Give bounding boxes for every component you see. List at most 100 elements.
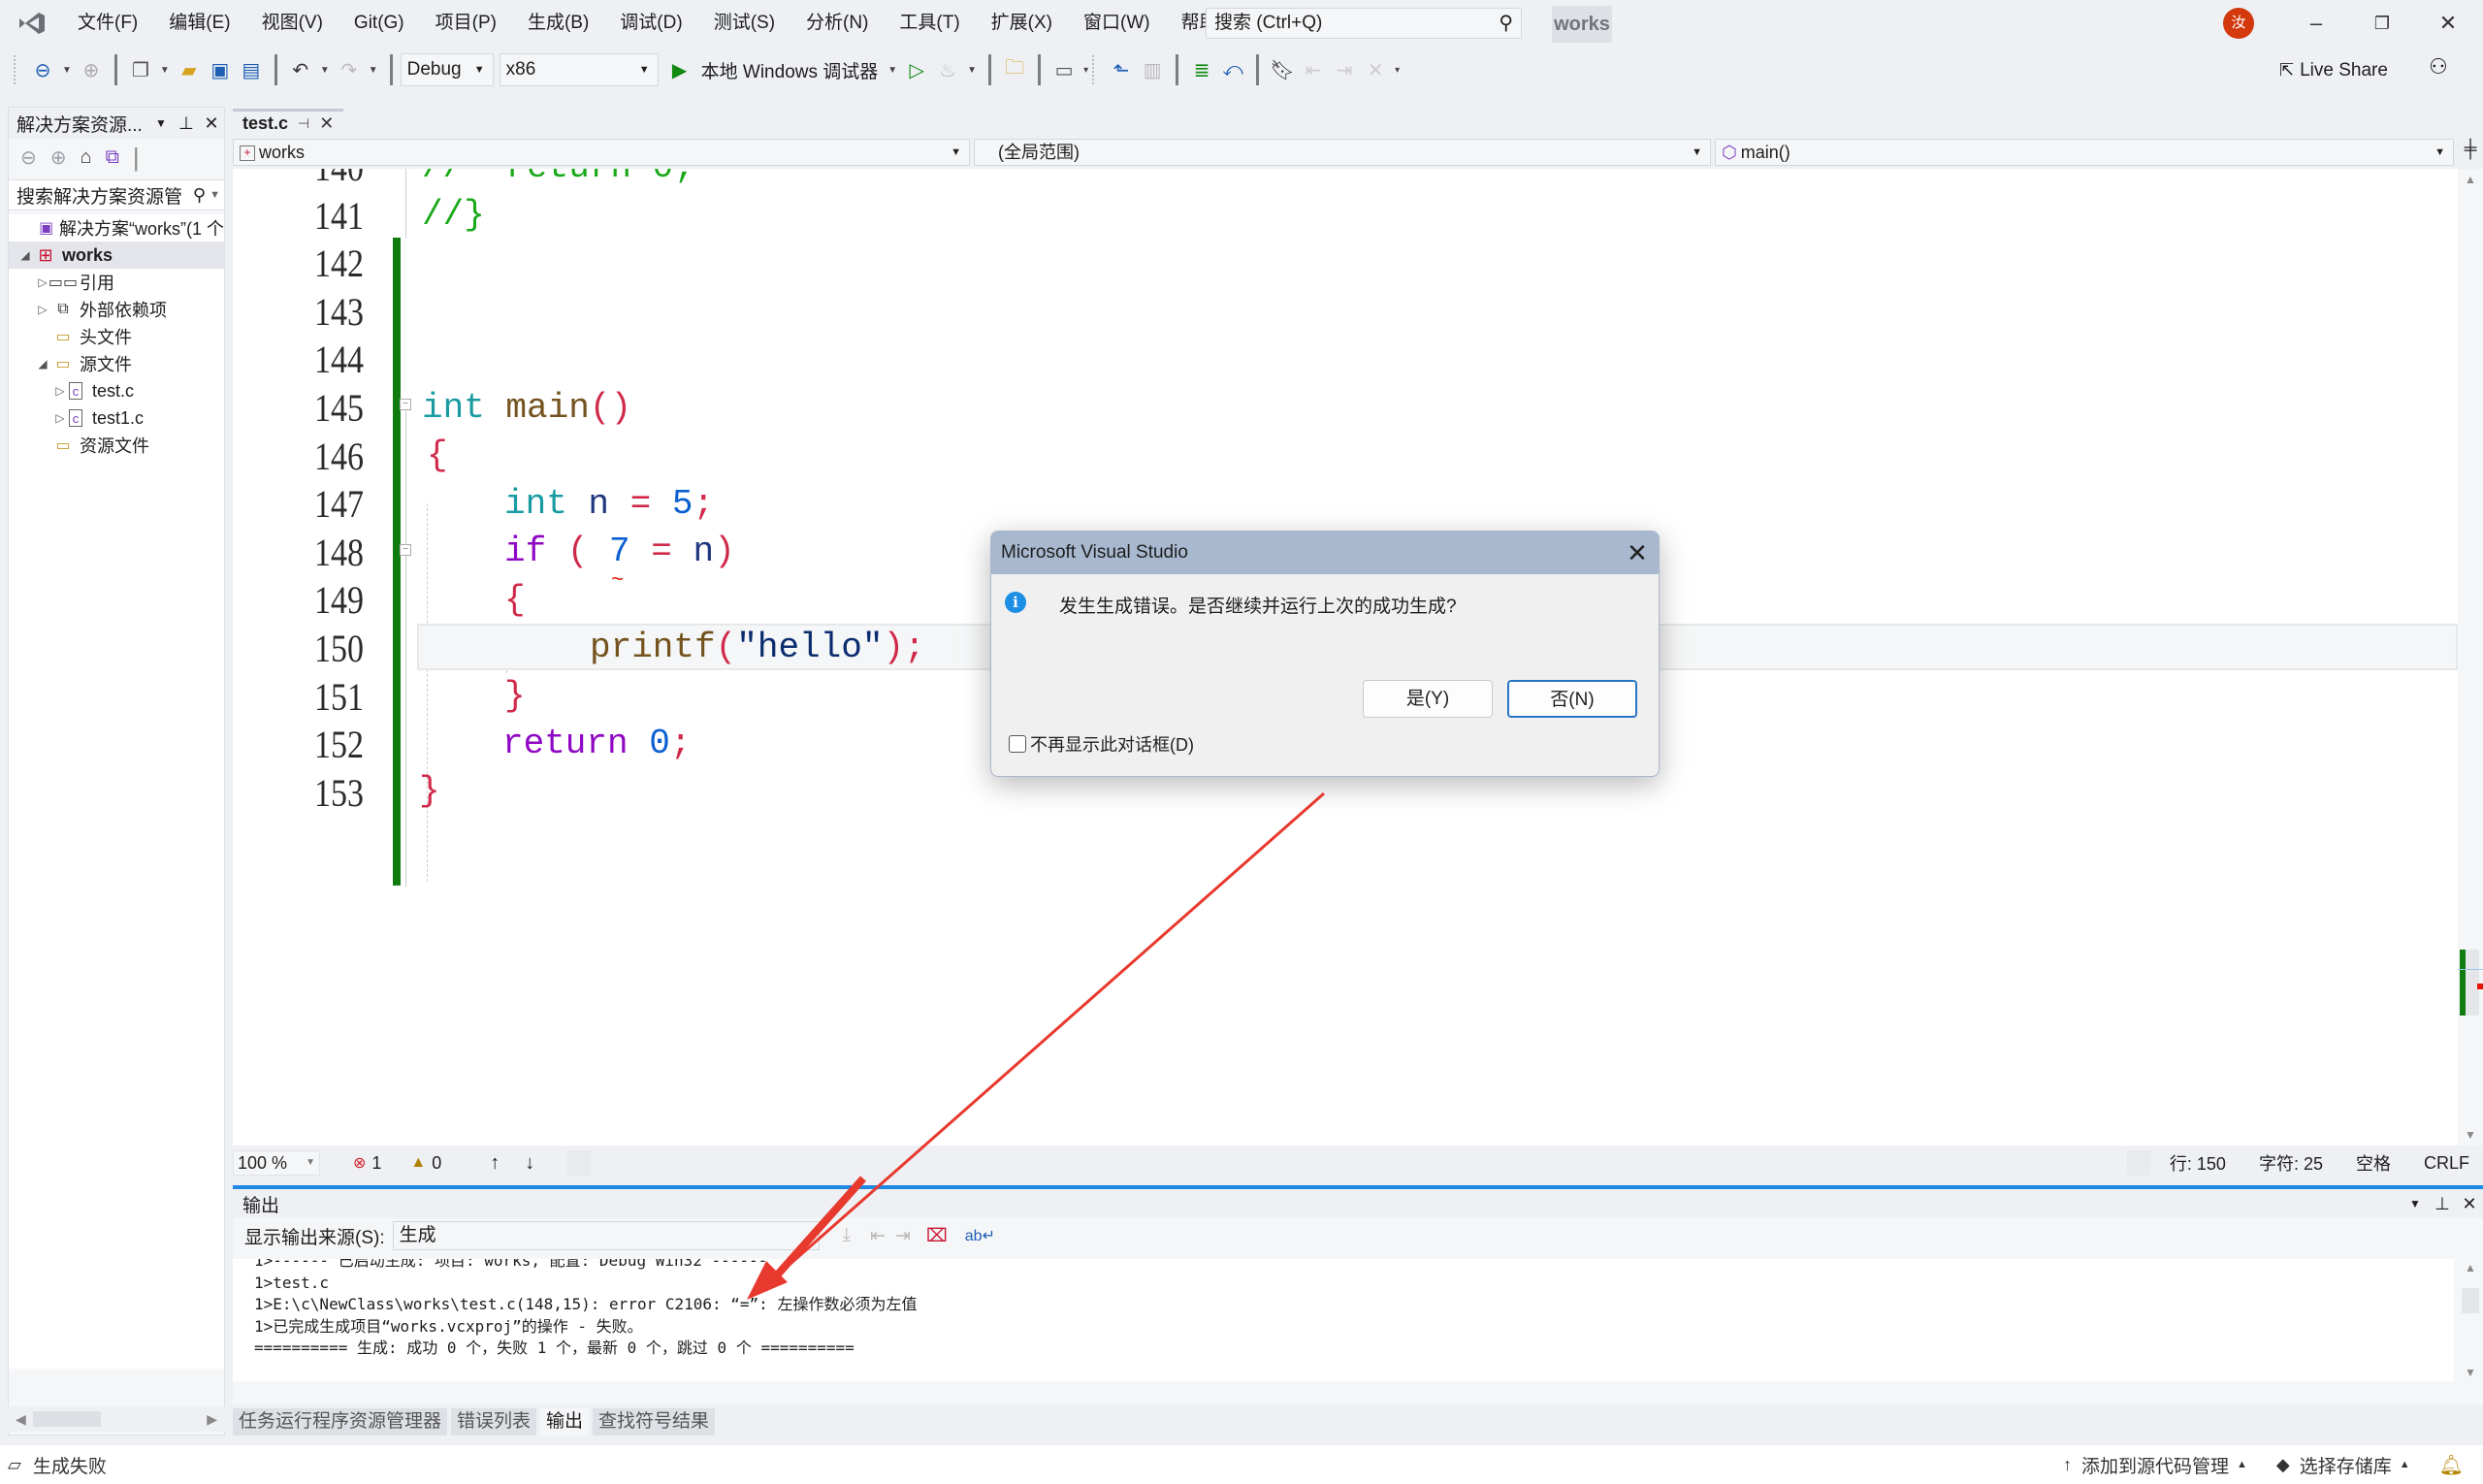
- bottom-tab[interactable]: 错误列表: [451, 1408, 537, 1436]
- checkbox-box[interactable]: [1009, 735, 1026, 753]
- forward-icon[interactable]: ⊕: [50, 145, 67, 170]
- solution-config-select[interactable]: Debug ▼: [400, 53, 494, 86]
- home-icon[interactable]: ⌂: [81, 146, 92, 169]
- bookmark-icon[interactable]: 🔖︎: [1270, 57, 1295, 82]
- next-issue-icon[interactable]: ↓: [525, 1152, 534, 1175]
- solution-search-input[interactable]: 搜索解决方案资源管 ⚲ ▼: [9, 179, 224, 210]
- error-count[interactable]: 1: [371, 1153, 381, 1174]
- editor-vscrollbar[interactable]: ▲ ▼: [2458, 169, 2483, 1145]
- error-marker[interactable]: [2477, 984, 2483, 989]
- scroll-down-icon[interactable]: ▼: [2458, 1366, 2483, 1379]
- expander-icon[interactable]: ◢: [16, 248, 34, 262]
- bottom-tab[interactable]: 输出: [540, 1408, 590, 1436]
- close-panel-icon[interactable]: ✕: [2456, 1194, 2483, 1214]
- tree-item[interactable]: ▷ ▭▭ 引用: [9, 269, 224, 296]
- undo-dropdown-icon[interactable]: ▼: [320, 65, 330, 76]
- search-options-icon[interactable]: ▼: [210, 189, 220, 201]
- save-icon[interactable]: ▣: [208, 57, 233, 82]
- clear-all-icon[interactable]: ⌧: [926, 1225, 948, 1247]
- minimize-button[interactable]: –: [2287, 0, 2345, 47]
- panel-options-icon[interactable]: ▼: [2402, 1197, 2429, 1210]
- indent-indicator[interactable]: 空格: [2356, 1150, 2391, 1176]
- pin-icon[interactable]: ⊥: [2429, 1194, 2456, 1214]
- hot-reload-dropdown-icon[interactable]: ▼: [967, 65, 977, 76]
- expander-icon[interactable]: ▷: [34, 303, 51, 316]
- next-bookmark-icon[interactable]: ⇥: [1332, 57, 1357, 82]
- go-to-line-icon[interactable]: ⤓: [843, 1225, 851, 1246]
- back-dropdown-icon[interactable]: ▼: [62, 65, 72, 76]
- close-panel-icon[interactable]: ✕: [199, 113, 224, 134]
- scroll-thumb[interactable]: [2462, 1288, 2479, 1313]
- start-debugging-icon[interactable]: ▶: [667, 57, 693, 82]
- menu-item[interactable]: 视图(V): [246, 0, 339, 47]
- scroll-right-icon[interactable]: ▶: [207, 1411, 217, 1428]
- menu-item[interactable]: 测试(S): [698, 0, 790, 47]
- solution-explorer-hscrollbar[interactable]: ◀ ▶: [8, 1406, 225, 1432]
- close-tab-icon[interactable]: ✕: [319, 113, 334, 134]
- expander-icon[interactable]: ◢: [34, 357, 51, 371]
- comment-lines-icon[interactable]: ≣: [1189, 57, 1214, 82]
- bottom-tab[interactable]: 查找符号结果: [593, 1408, 716, 1436]
- tree-item[interactable]: ◢ ⊞ works: [9, 242, 224, 269]
- tree-item[interactable]: ▷ c test.c: [9, 377, 224, 404]
- zoom-select[interactable]: 100 % ▼: [233, 1150, 320, 1176]
- window-layout-icon[interactable]: ▭: [1051, 57, 1077, 82]
- layout-dropdown-icon[interactable]: ▾: [1083, 65, 1088, 76]
- char-indicator[interactable]: 字符: 25: [2259, 1150, 2323, 1176]
- split-window-icon[interactable]: ╪: [2458, 139, 2483, 168]
- error-squiggle-token[interactable]: 7: [609, 532, 630, 571]
- panel-options-icon[interactable]: ▼: [148, 116, 174, 130]
- notifications-bell-icon[interactable]: 🔔︎: [2439, 1453, 2464, 1477]
- line-ending-indicator[interactable]: CRLF: [2424, 1153, 2469, 1174]
- select-repository-button[interactable]: 选择存储库: [2300, 1452, 2392, 1478]
- undo-icon[interactable]: ↶: [288, 57, 313, 82]
- restore-button[interactable]: ❐: [2353, 0, 2411, 47]
- no-button[interactable]: 否(N): [1507, 680, 1637, 718]
- output-source-select[interactable]: 生成: [392, 1221, 820, 1250]
- dialog-close-button[interactable]: ✕: [1616, 538, 1659, 568]
- warning-icon[interactable]: ▲: [410, 1154, 426, 1172]
- scroll-up-icon[interactable]: ▲: [2458, 1261, 2483, 1274]
- navigate-forward-icon[interactable]: ⊕: [79, 57, 104, 82]
- tree-item[interactable]: ▷ c test1.c: [9, 404, 224, 432]
- previous-bookmark-icon[interactable]: ⇤: [1301, 57, 1326, 82]
- output-vscrollbar[interactable]: ▲ ▼: [2458, 1259, 2483, 1381]
- collapse-if-icon[interactable]: −: [400, 544, 411, 556]
- menu-item[interactable]: Git(G): [339, 0, 420, 47]
- scroll-up-icon[interactable]: ▲: [2458, 173, 2483, 186]
- previous-message-icon[interactable]: ⇤: [870, 1225, 886, 1247]
- hscroll-left-button[interactable]: [567, 1150, 592, 1176]
- live-share-button[interactable]: ⇱ Live Share: [2279, 47, 2388, 93]
- menu-item[interactable]: 分析(N): [790, 0, 884, 47]
- pin-icon[interactable]: ⊥: [174, 113, 199, 134]
- uncomment-lines-icon[interactable]: ⤺: [1220, 57, 1245, 82]
- output-text[interactable]: 1>------ 已启动生成: 项目: works, 配置: Debug Win…: [233, 1259, 2454, 1381]
- expander-icon[interactable]: ▷: [51, 411, 69, 425]
- member-dropdown[interactable]: ⬡ main() ▼: [1715, 139, 2454, 166]
- back-icon[interactable]: ⊖: [20, 145, 37, 170]
- feedback-icon[interactable]: ⚇: [2429, 54, 2448, 80]
- menu-item[interactable]: 调试(D): [604, 0, 697, 47]
- toolbar-overflow-icon[interactable]: ▾: [1395, 65, 1400, 76]
- menu-item[interactable]: 扩展(X): [976, 0, 1068, 47]
- tree-item[interactable]: ▷ ⧉ 外部依赖项: [9, 296, 224, 323]
- line-indicator[interactable]: 行: 150: [2170, 1150, 2226, 1176]
- tree-item[interactable]: ▭ 头文件: [9, 323, 224, 350]
- pin-tab-icon[interactable]: ⊣: [298, 115, 309, 132]
- scroll-left-icon[interactable]: ◀: [16, 1411, 26, 1428]
- toolbar-grip[interactable]: [14, 55, 17, 84]
- step-icon[interactable]: ⬑: [1109, 57, 1134, 82]
- redo-icon[interactable]: ↷: [337, 57, 362, 82]
- dont-show-again-checkbox[interactable]: 不再显示此对话框(D): [1009, 731, 1194, 757]
- scroll-thumb[interactable]: [33, 1411, 101, 1427]
- menu-item[interactable]: 窗口(W): [1068, 0, 1166, 47]
- previous-issue-icon[interactable]: ↑: [490, 1152, 500, 1175]
- hscroll-right-button[interactable]: [2126, 1150, 2150, 1176]
- scroll-down-icon[interactable]: ▼: [2458, 1128, 2483, 1142]
- debug-target-dropdown-icon[interactable]: ▼: [887, 65, 897, 76]
- close-window-button[interactable]: ✕: [2419, 0, 2477, 47]
- clear-bookmarks-icon[interactable]: ✕: [1363, 57, 1388, 82]
- next-message-icon[interactable]: ⇥: [895, 1225, 911, 1247]
- project-dropdown[interactable]: + works ▼: [233, 139, 970, 166]
- navigate-back-icon[interactable]: ⊖: [30, 57, 55, 82]
